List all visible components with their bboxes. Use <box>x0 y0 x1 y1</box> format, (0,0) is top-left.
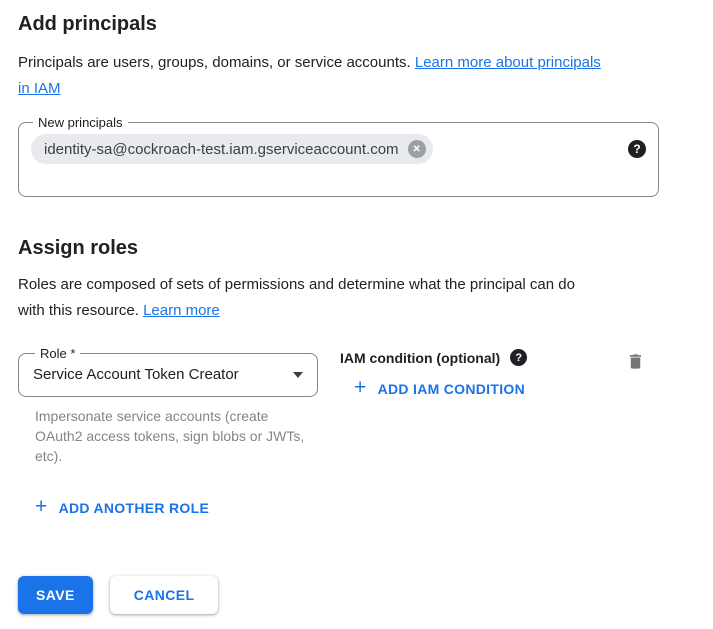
plus-icon: + <box>35 500 48 514</box>
page-title: Add principals <box>18 13 659 36</box>
roles-description: Roles are composed of sets of permission… <box>18 272 659 324</box>
role-column: Role * Service Account Token Creator Imp… <box>18 346 318 466</box>
delete-role-button[interactable] <box>626 351 645 372</box>
add-another-role-button[interactable]: + ADD ANOTHER ROLE <box>35 500 209 516</box>
new-principals-label: New principals <box>33 115 128 130</box>
principal-chip-label: identity-sa@cockroach-test.iam.gservicea… <box>44 141 399 158</box>
roles-description-line2: with this resource. <box>18 302 139 319</box>
add-iam-condition-button[interactable]: + ADD IAM CONDITION <box>354 381 525 397</box>
principals-description-text: Principals are users, groups, domains, o… <box>18 54 411 71</box>
assign-roles-title: Assign roles <box>18 237 659 260</box>
principals-help-icon[interactable]: ? <box>628 140 646 158</box>
dropdown-arrow-icon <box>293 372 303 378</box>
learn-more-roles-link[interactable]: Learn more <box>143 302 220 319</box>
role-select[interactable]: Role * Service Account Token Creator <box>18 346 318 397</box>
principal-chip[interactable]: identity-sa@cockroach-test.iam.gservicea… <box>31 134 433 164</box>
role-select-label: Role * <box>35 346 80 361</box>
trash-icon <box>626 351 645 372</box>
footer-actions: SAVE CANCEL <box>18 576 659 614</box>
iam-condition-help-icon[interactable]: ? <box>510 349 527 366</box>
new-principals-field[interactable]: New principals identity-sa@cockroach-tes… <box>18 115 659 197</box>
cancel-button[interactable]: CANCEL <box>110 576 219 614</box>
iam-condition-column: IAM condition (optional) ? + ADD IAM CON… <box>340 346 527 400</box>
iam-condition-label: IAM condition (optional) <box>340 350 500 366</box>
principals-description: Principals are users, groups, domains, o… <box>18 50 659 102</box>
roles-description-line1: Roles are composed of sets of permission… <box>18 276 575 293</box>
role-helper-text: Impersonate service accounts (create OAu… <box>35 406 307 466</box>
role-select-value: Service Account Token Creator <box>33 366 239 383</box>
save-button[interactable]: SAVE <box>18 576 93 614</box>
add-principals-panel: Add principals Principals are users, gro… <box>0 0 677 614</box>
remove-principal-icon[interactable]: ✕ <box>408 140 426 158</box>
delete-role-column <box>626 346 645 377</box>
role-binding-row: Role * Service Account Token Creator Imp… <box>18 346 659 466</box>
plus-icon: + <box>354 381 367 395</box>
